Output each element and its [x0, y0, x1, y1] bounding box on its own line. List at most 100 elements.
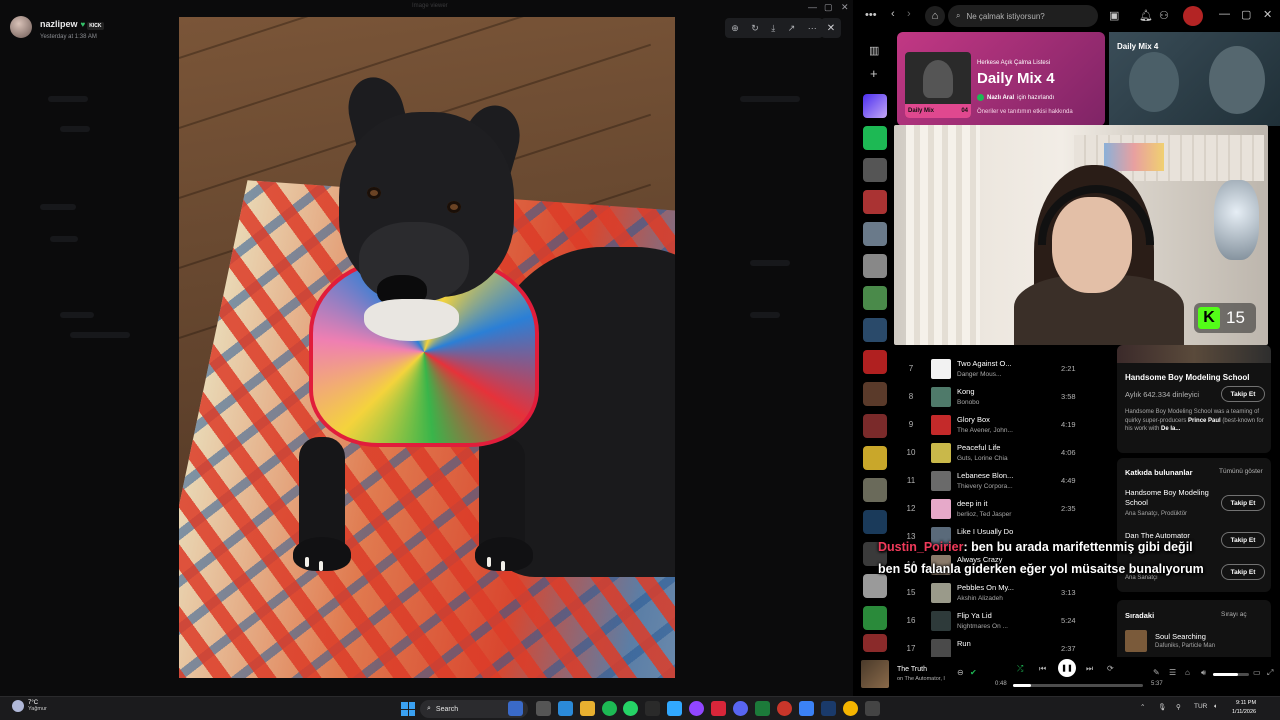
photoshop-icon[interactable]	[667, 701, 682, 716]
queue-track-artist[interactable]: Dafuniks, Particle Man	[1155, 643, 1215, 649]
track-row[interactable]: 10 Peaceful Life Guts, Lorine Chia 4:06	[901, 440, 1107, 468]
speaker-icon[interactable]: 🔈︎	[1214, 703, 1218, 711]
forward-icon[interactable]: ›	[907, 8, 911, 20]
playlist-thumb[interactable]	[863, 158, 887, 182]
track-title[interactable]: Like I Usually Do	[957, 527, 1013, 536]
app-icon[interactable]	[865, 701, 880, 716]
minimize-icon[interactable]: —	[808, 2, 817, 12]
minimize-icon[interactable]: —	[1219, 8, 1230, 20]
track-artist[interactable]: Akshin Alizadeh	[957, 595, 1003, 602]
close-window-icon[interactable]: ✕	[841, 2, 849, 13]
playlist-thumb[interactable]	[863, 446, 887, 470]
playlist-thumb[interactable]	[863, 606, 887, 630]
track-title[interactable]: Two Against O...	[957, 359, 1012, 368]
browse-icon[interactable]: ▣	[1109, 9, 1119, 22]
miniplayer-icon[interactable]: ▭	[1253, 668, 1261, 677]
network-icon[interactable]: ⚲	[1176, 703, 1181, 711]
playlist-thumb[interactable]	[863, 286, 887, 310]
queue-track-title[interactable]: Soul Searching	[1155, 632, 1206, 641]
show-all-credits[interactable]: Tümünü göster	[1219, 468, 1263, 475]
made-for-user[interactable]: Nazlı Aral	[987, 95, 1014, 101]
profile-avatar[interactable]	[1183, 6, 1203, 26]
search-input[interactable]: ⌕ Ne çalmak istiyorsun?	[948, 5, 1098, 27]
track-artist[interactable]: The Avener, John...	[957, 427, 1013, 434]
language-indicator[interactable]: TUR	[1194, 703, 1207, 710]
daily-mix-header[interactable]: Daily Mix 04 Herkese Açık Çalma Listesi D…	[897, 32, 1105, 126]
edge-icon[interactable]	[558, 701, 573, 716]
discord-icon[interactable]	[733, 701, 748, 716]
more-icon[interactable]: ⋯	[808, 23, 817, 34]
whatsapp-icon[interactable]	[623, 701, 638, 716]
track-artist[interactable]: Danger Mous...	[957, 371, 1001, 378]
menu-dots-icon[interactable]: •••	[865, 9, 877, 21]
track-artist[interactable]: Bonobo	[957, 399, 979, 406]
follow-credit-button[interactable]: Takip Et	[1221, 495, 1265, 511]
volume-icon[interactable]: 🔊︎	[1201, 668, 1206, 678]
friends-icon[interactable]: ⚇	[1159, 9, 1169, 22]
track-row[interactable]: 12 deep in it berlioz, Ted Jasper 2:35	[901, 496, 1107, 524]
steam-icon[interactable]	[821, 701, 836, 716]
playlist-thumb[interactable]	[863, 190, 887, 214]
open-queue-link[interactable]: Sırayı aç	[1221, 611, 1247, 618]
track-title[interactable]: Glory Box	[957, 415, 990, 424]
track-title[interactable]: Kong	[957, 387, 975, 396]
now-playing-title[interactable]: The Truth	[897, 666, 927, 673]
maximize-icon[interactable]: ▢	[824, 2, 833, 13]
track-title[interactable]: Run	[957, 639, 971, 648]
track-artist[interactable]: berlioz, Ted Jasper	[957, 511, 1011, 518]
track-title[interactable]: Pebbles On My...	[957, 583, 1014, 592]
dog-photo[interactable]	[179, 17, 675, 678]
app-icon[interactable]	[777, 701, 792, 716]
repeat-icon[interactable]: ⟳	[1107, 664, 1114, 673]
track-row[interactable]: 11 Lebanese Blon... Thievery Corpora... 4:4…	[901, 468, 1107, 496]
lyrics-icon[interactable]: ✎	[1153, 668, 1160, 677]
app-icon[interactable]	[645, 701, 660, 716]
app-icon[interactable]	[711, 701, 726, 716]
liked-songs-thumb[interactable]	[863, 94, 887, 118]
weather-widget[interactable]: 7°C Yağmur	[12, 700, 47, 712]
playlist-thumb[interactable]	[863, 382, 887, 406]
next-icon[interactable]: ⏭︎	[1086, 664, 1093, 674]
add-icon[interactable]: +	[870, 66, 878, 81]
close-icon[interactable]: ✕	[1263, 8, 1272, 21]
system-clock[interactable]: 9:11 PM 1/11/2026	[1232, 699, 1256, 717]
playlist-thumb[interactable]	[863, 414, 887, 438]
close-viewer-button[interactable]: ✕	[821, 18, 841, 38]
track-title[interactable]: Lebanese Blon...	[957, 471, 1013, 480]
queue-icon[interactable]: ☰	[1169, 668, 1176, 677]
home-icon[interactable]: ⌂	[925, 6, 945, 26]
queue-track-cover[interactable]	[1125, 630, 1147, 652]
now-playing-artist[interactable]: on The Automator, I	[897, 676, 945, 682]
recommendation-note[interactable]: Öneriler ve tanıtımın etkisi hakkında	[977, 109, 1073, 115]
user-avatar[interactable]	[10, 16, 32, 38]
volume-slider[interactable]	[1213, 673, 1249, 676]
app-icon[interactable]	[689, 701, 704, 716]
remove-icon[interactable]: ⊖	[957, 668, 964, 677]
chrome-icon[interactable]	[843, 701, 858, 716]
artist-bio[interactable]: Handsome Boy Modeling School was a teami…	[1125, 408, 1267, 434]
track-artist[interactable]: Nightmares On ...	[957, 623, 1008, 630]
follow-artist-button[interactable]: Takip Et	[1221, 386, 1265, 402]
spotify-icon[interactable]	[602, 701, 617, 716]
saved-check-icon[interactable]: ✔	[970, 668, 977, 677]
playlist-thumb[interactable]	[863, 318, 887, 342]
microphone-icon[interactable]: 🎙︎	[1158, 703, 1166, 711]
track-artist[interactable]: Guts, Lorine Chia	[957, 455, 1008, 462]
track-row[interactable]: 15 Pebbles On My... Akshin Alizadeh 3:13	[901, 580, 1107, 608]
previous-icon[interactable]: ⏮︎	[1039, 664, 1046, 674]
track-row[interactable]: 16 Flip Ya Lid Nightmares On ... 5:24	[901, 608, 1107, 636]
track-row[interactable]: 7 Two Against O... Danger Mous... 2:21	[901, 356, 1107, 384]
xbox-icon[interactable]	[755, 701, 770, 716]
back-icon[interactable]: ‹	[891, 8, 895, 20]
playlist-thumb[interactable]	[863, 510, 887, 534]
pause-button[interactable]: ❚❚	[1058, 659, 1076, 677]
playlist-thumb[interactable]	[863, 634, 887, 652]
track-title[interactable]: deep in it	[957, 499, 987, 508]
progress-bar[interactable]	[1013, 684, 1143, 687]
track-artist[interactable]: Thievery Corpora...	[957, 483, 1013, 490]
fullscreen-icon[interactable]: ⤢	[1267, 668, 1273, 678]
playlist-thumb[interactable]	[863, 350, 887, 374]
zoom-icon[interactable]: ⊕	[731, 23, 739, 34]
windows-start-icon[interactable]	[401, 702, 415, 716]
track-row[interactable]: 9 Glory Box The Avener, John... 4:19	[901, 412, 1107, 440]
